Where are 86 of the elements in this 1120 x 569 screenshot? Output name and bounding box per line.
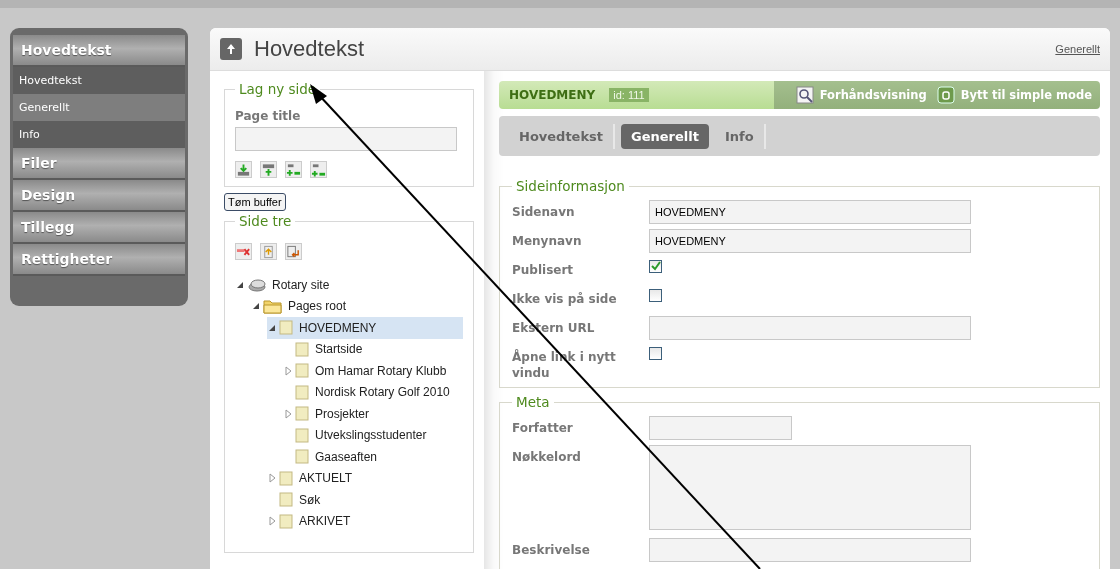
tree-row[interactable]: Prosjekter <box>283 403 463 425</box>
tree-row[interactable]: Startside <box>283 338 463 360</box>
copy-icon <box>261 243 276 260</box>
page-icon <box>279 470 293 486</box>
id-badge: id: 111 <box>609 88 649 102</box>
tab[interactable]: Hovedtekst <box>509 123 616 149</box>
field-label: Beskrivelse <box>512 542 591 558</box>
page-title: Hovedtekst <box>254 36 365 62</box>
tree-label: Rotary site <box>271 277 330 292</box>
page-icon <box>279 513 293 529</box>
tree-label: Søk <box>298 492 321 507</box>
tree-row[interactable]: Rotary site <box>235 274 463 296</box>
page-name: HOVEDMENY <box>509 88 596 102</box>
toolbar-button[interactable] <box>260 243 277 260</box>
tree-row[interactable]: Pages root <box>251 295 463 317</box>
page-icon <box>295 406 309 422</box>
page-icon <box>295 427 309 443</box>
clear-buffer-button[interactable]: Tøm buffer <box>224 193 286 211</box>
tree-row[interactable]: AKTUELT <box>267 467 463 489</box>
tab[interactable]: Generellt <box>621 123 709 149</box>
tree-label: Utvekslingsstudenter <box>314 428 427 443</box>
toolbar-button[interactable] <box>285 243 302 260</box>
field-label: Nøkkelord <box>512 449 582 465</box>
tree-label: Om Hamar Rotary Klubb <box>314 363 447 378</box>
section-title: Sideinformasjon <box>515 178 626 194</box>
collapsed-triangle-icon[interactable] <box>283 365 293 376</box>
insert-below-icon <box>236 161 251 178</box>
checkbox[interactable] <box>649 289 662 302</box>
tree-label: ARKIVET <box>298 514 351 529</box>
tree-row[interactable]: Gaaseaften <box>283 446 463 468</box>
sidebar-item[interactable]: Hovedtekst <box>13 67 185 94</box>
paste-icon <box>286 243 301 260</box>
collapsed-triangle-icon[interactable] <box>283 408 293 419</box>
tree-label: Pages root <box>287 299 347 314</box>
toolbar-button[interactable] <box>285 161 302 178</box>
checkbox[interactable] <box>649 347 662 360</box>
toolbar-button[interactable] <box>235 243 252 260</box>
section-title: Side tre <box>238 213 293 229</box>
toolbar-button[interactable] <box>260 161 277 178</box>
field-label: Menynavn <box>512 233 583 249</box>
tree-row[interactable]: Utvekslingsstudenter <box>283 424 463 446</box>
tree-row[interactable]: Om Hamar Rotary Klubb <box>283 360 463 382</box>
sidebar-item[interactable]: Info <box>13 121 185 148</box>
magnifier-icon <box>795 86 814 104</box>
page-icon <box>295 384 309 400</box>
input-field[interactable] <box>649 316 971 340</box>
page-icon <box>279 492 293 508</box>
tree-label: Gaaseaften <box>314 449 378 464</box>
page-icon <box>295 363 309 379</box>
tree-row[interactable]: ARKIVET <box>267 510 463 532</box>
expanded-triangle-icon[interactable] <box>251 301 261 312</box>
insert-after-icon <box>286 161 301 178</box>
checkbox[interactable] <box>649 260 662 273</box>
field-label: Sidenavn <box>512 204 576 220</box>
section-title: Meta <box>515 394 551 410</box>
tree-label: HOVEDMENY <box>298 320 377 335</box>
insert-child-icon <box>261 161 276 178</box>
field-label: Publisert <box>512 262 575 278</box>
collapsed-triangle-icon[interactable] <box>267 473 277 484</box>
page-icon <box>279 320 293 336</box>
collapsed-triangle-icon[interactable] <box>267 516 277 527</box>
tree-label: Nordisk Rotary Golf 2010 <box>314 385 450 400</box>
input-field[interactable]: HOVEDMENY <box>649 200 971 224</box>
tree-label: Prosjekter <box>314 406 370 421</box>
tree-row[interactable]: Nordisk Rotary Golf 2010 <box>283 381 463 403</box>
input-field[interactable] <box>235 127 457 151</box>
field-label: Forfatter <box>512 420 574 436</box>
tree-row[interactable]: Søk <box>267 489 463 511</box>
tree-label: AKTUELT <box>298 471 353 486</box>
sidebar-item[interactable]: Generellt <box>13 94 185 121</box>
insert-first-icon <box>311 161 326 178</box>
folder-icon <box>263 298 282 315</box>
toolbar-button[interactable] <box>310 161 327 178</box>
page-icon <box>295 449 309 465</box>
field-label: Ikke vis på side <box>512 291 618 307</box>
input-field[interactable] <box>649 416 792 440</box>
input-field[interactable]: HOVEDMENY <box>649 229 971 253</box>
input-field[interactable] <box>649 538 971 562</box>
disk-icon <box>247 277 266 293</box>
tree-row[interactable]: HOVEDMENY <box>267 317 463 339</box>
tab[interactable]: Info <box>714 123 766 149</box>
header-link[interactable]: Generellt <box>1055 43 1100 55</box>
toolbar-button[interactable] <box>235 161 252 178</box>
field-label: Page title <box>235 109 302 123</box>
page-icon <box>295 341 309 357</box>
tree-label: Startside <box>314 342 363 357</box>
